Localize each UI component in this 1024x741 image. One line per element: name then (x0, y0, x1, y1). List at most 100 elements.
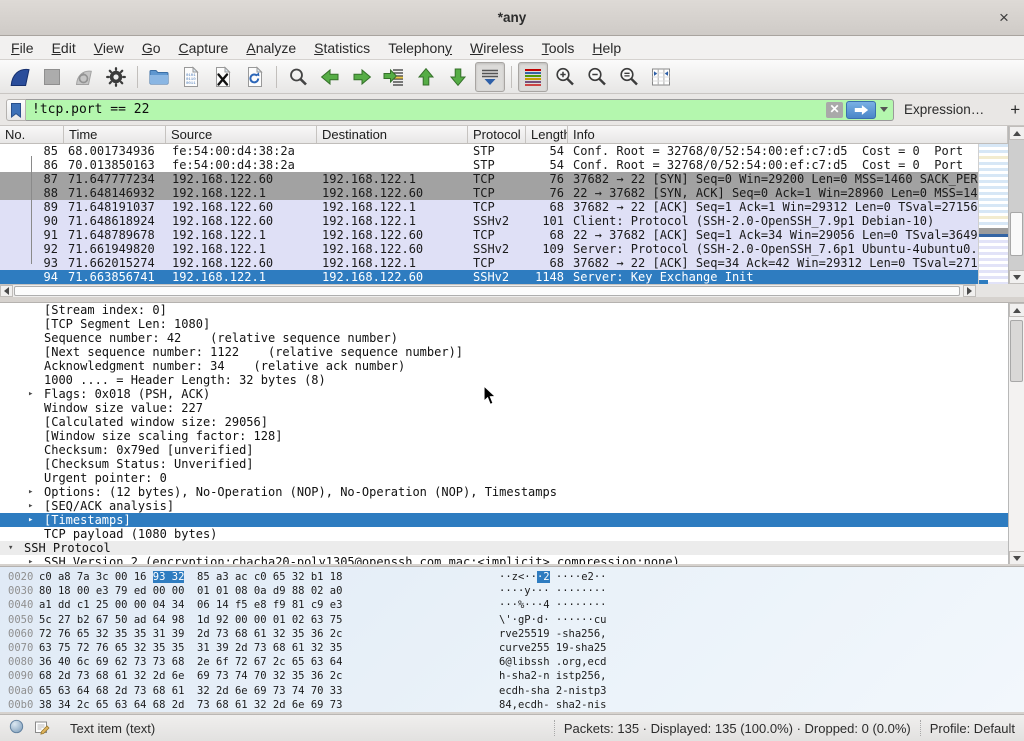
hex-selected-bytes[interactable]: 93 32 (153, 571, 185, 583)
column-header-time[interactable]: Time (64, 126, 166, 143)
detail-line-2[interactable]: Sequence number: 42 (relative sequence n… (0, 331, 1024, 345)
detail-line-16[interactable]: TCP payload (1080 bytes) (0, 527, 1024, 541)
hex-row-0050[interactable]: 00505c 27 b2 67 50 ad 64 98 1d 92 00 00 … (0, 613, 1024, 627)
apply-filter-icon[interactable] (846, 101, 876, 119)
packet-list-vertical-scrollbar[interactable] (1008, 126, 1024, 284)
go-first-icon[interactable] (411, 62, 441, 92)
hex-ascii[interactable]: curve255 19-sha25 (499, 641, 606, 655)
column-header-length[interactable]: Length (526, 126, 568, 143)
packet-row-90[interactable]: 9071.648618924192.168.122.60192.168.122.… (0, 214, 978, 228)
open-file-icon[interactable] (144, 62, 174, 92)
scrollbar-thumb[interactable] (1010, 212, 1023, 256)
hex-ascii[interactable]: ····y··· ········ (499, 584, 606, 598)
menu-capture[interactable]: Capture (170, 38, 238, 58)
detail-line-8[interactable]: [Calculated window size: 29056] (0, 415, 1024, 429)
column-header-destination[interactable]: Destination (317, 126, 468, 143)
packet-list-horizontal-scrollbar[interactable] (0, 284, 976, 297)
hex-bytes[interactable]: 38 34 2c 65 63 64 68 2d 73 68 61 32 2d 6… (39, 698, 344, 712)
scroll-down-icon[interactable] (1009, 270, 1024, 284)
hex-ascii[interactable]: 6@libssh .org,ecd (499, 655, 606, 669)
hex-bytes[interactable]: 63 75 72 76 65 32 35 35 31 39 2d 73 68 6… (39, 641, 344, 655)
detail-line-11[interactable]: [Checksum Status: Unverified] (0, 457, 1024, 471)
packet-row-85[interactable]: 8568.001734936fe:54:00:d4:38:2aSTP54Conf… (0, 144, 978, 158)
packet-row-88[interactable]: 8871.648146932192.168.122.1192.168.122.6… (0, 186, 978, 200)
menu-go[interactable]: Go (133, 38, 170, 58)
detail-line-0[interactable]: [Stream index: 0] (0, 303, 1024, 317)
bookmark-icon[interactable] (6, 99, 26, 121)
detail-line-13[interactable]: ▸Options: (12 bytes), No-Operation (NOP)… (0, 485, 1024, 499)
packet-row-87[interactable]: 8771.647777234192.168.122.60192.168.122.… (0, 172, 978, 186)
filter-dropdown-caret-icon[interactable] (880, 107, 888, 112)
hex-bytes[interactable]: a1 dd c1 25 00 00 04 34 06 14 f5 e8 f9 8… (39, 598, 344, 612)
scrollbar-thumb[interactable] (14, 286, 960, 296)
detail-line-14[interactable]: ▸[SEQ/ACK analysis] (0, 499, 1024, 513)
capture-comment-icon[interactable] (34, 719, 50, 738)
go-to-packet-icon[interactable] (379, 62, 409, 92)
packet-list-header[interactable]: No.TimeSourceDestinationProtocolLengthIn… (0, 126, 1008, 144)
hex-row-0080[interactable]: 008036 40 6c 69 62 73 73 68 2e 6f 72 67 … (0, 655, 1024, 669)
column-header-source[interactable]: Source (166, 126, 317, 143)
packet-row-94[interactable]: 9471.663856741192.168.122.1192.168.122.6… (0, 270, 978, 284)
hex-row-0030[interactable]: 003080 18 00 e3 79 ed 00 00 01 01 08 0a … (0, 584, 1024, 598)
hex-row-00a0[interactable]: 00a065 63 64 68 2d 73 68 61 32 2d 6e 69 … (0, 684, 1024, 698)
expert-info-icon[interactable] (9, 719, 24, 737)
detail-line-17[interactable]: ▾SSH Protocol (0, 541, 1024, 555)
hex-bytes[interactable]: 72 76 65 32 35 35 31 39 2d 73 68 61 32 3… (39, 627, 344, 641)
save-file-icon[interactable]: 010101100011 (176, 62, 206, 92)
close-file-icon[interactable] (208, 62, 238, 92)
menu-statistics[interactable]: Statistics (305, 38, 379, 58)
restart-capture-icon[interactable] (69, 62, 99, 92)
resize-columns-icon[interactable] (646, 62, 676, 92)
detail-line-1[interactable]: [TCP Segment Len: 1080] (0, 317, 1024, 331)
hex-bytes[interactable]: 65 63 64 68 2d 73 68 61 32 2d 6e 69 73 7… (39, 684, 344, 698)
column-header-no[interactable]: No. (0, 126, 64, 143)
packet-row-86[interactable]: 8670.013850163fe:54:00:d4:38:2aSTP54Conf… (0, 158, 978, 172)
detail-line-6[interactable]: ▸Flags: 0x018 (PSH, ACK) (0, 387, 1024, 401)
hex-bytes[interactable]: c0 a8 7a 3c 00 16 93 32 85 a3 ac c0 65 3… (39, 570, 344, 584)
zoom-in-icon[interactable] (550, 62, 580, 92)
expander-closed-icon[interactable]: ▸ (28, 387, 33, 401)
scroll-up-icon[interactable] (1009, 303, 1024, 317)
go-forward-icon[interactable] (347, 62, 377, 92)
detail-line-15[interactable]: ▸[Timestamps] (0, 513, 1024, 527)
packet-row-93[interactable]: 9371.662015274192.168.122.60192.168.122.… (0, 256, 978, 270)
menu-analyze[interactable]: Analyze (237, 38, 305, 58)
stop-capture-icon[interactable] (37, 62, 67, 92)
expander-closed-icon[interactable]: ▸ (28, 555, 33, 564)
detail-line-7[interactable]: Window size value: 227 (0, 401, 1024, 415)
hex-ascii[interactable]: \'·gP·d· ······cu (499, 613, 606, 627)
menu-wireless[interactable]: Wireless (461, 38, 533, 58)
colorize-icon[interactable] (518, 62, 548, 92)
reload-file-icon[interactable] (240, 62, 270, 92)
hex-bytes[interactable]: 5c 27 b2 67 50 ad 64 98 1d 92 00 00 01 0… (39, 613, 344, 627)
expander-closed-icon[interactable]: ▸ (28, 485, 33, 499)
menu-file[interactable]: File (2, 38, 43, 58)
packet-row-91[interactable]: 9171.648789678192.168.122.1192.168.122.6… (0, 228, 978, 242)
zoom-reset-icon[interactable] (614, 62, 644, 92)
menu-help[interactable]: Help (583, 38, 630, 58)
hex-row-0020[interactable]: 0020c0 a8 7a 3c 00 16 93 32 85 a3 ac c0 … (0, 570, 1024, 584)
go-back-icon[interactable] (315, 62, 345, 92)
detail-line-18[interactable]: ▸SSH Version 2 (encryption:chacha20-poly… (0, 555, 1024, 564)
hex-ascii[interactable]: ···%···4 ········ (499, 598, 606, 612)
hex-bytes[interactable]: 36 40 6c 69 62 73 73 68 2e 6f 72 67 2c 6… (39, 655, 344, 669)
hex-bytes[interactable]: 80 18 00 e3 79 ed 00 00 01 01 08 0a d9 8… (39, 584, 344, 598)
hex-row-0070[interactable]: 007063 75 72 76 65 32 35 35 31 39 2d 73 … (0, 641, 1024, 655)
column-header-info[interactable]: Info (568, 126, 1008, 143)
expander-open-icon[interactable]: ▾ (8, 541, 13, 555)
start-capture-icon[interactable] (5, 62, 35, 92)
zoom-out-icon[interactable] (582, 62, 612, 92)
add-filter-button[interactable]: + (1004, 100, 1024, 120)
scroll-up-icon[interactable] (1009, 126, 1024, 140)
detail-line-3[interactable]: [Next sequence number: 1122 (relative se… (0, 345, 1024, 359)
hex-row-00b0[interactable]: 00b038 34 2c 65 63 64 68 2d 73 68 61 32 … (0, 698, 1024, 712)
detail-vertical-scrollbar[interactable] (1008, 303, 1024, 564)
detail-line-12[interactable]: Urgent pointer: 0 (0, 471, 1024, 485)
hex-row-0040[interactable]: 0040a1 dd c1 25 00 00 04 34 06 14 f5 e8 … (0, 598, 1024, 612)
filter-text[interactable]: !tcp.port == 22 (26, 102, 826, 117)
find-packet-icon[interactable] (283, 62, 313, 92)
detail-line-5[interactable]: 1000 .... = Header Length: 32 bytes (8) (0, 373, 1024, 387)
clear-filter-icon[interactable]: ✕ (826, 102, 843, 118)
hex-ascii[interactable]: ··z<···2 ····e2·· (499, 570, 607, 584)
ascii-selected-bytes[interactable]: ·2 (537, 571, 550, 583)
